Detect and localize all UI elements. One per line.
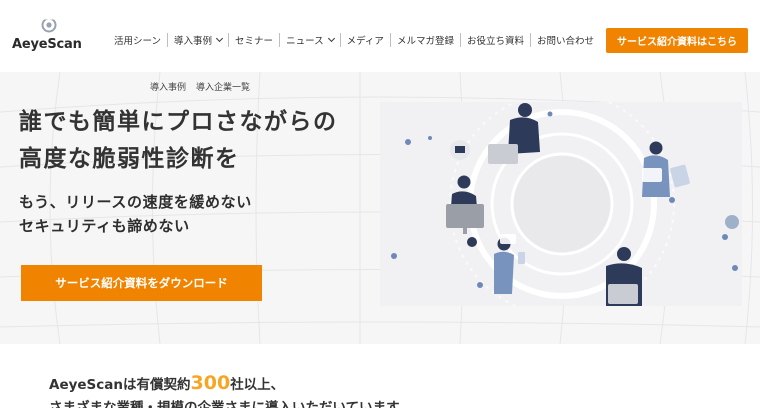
main-nav: 活用シーン 導入事例 セミナー ニュース メディア メルマガ登録 お役立ち資料 … — [108, 32, 600, 48]
site-header: AeyeScan 活用シーン 導入事例 セミナー ニュース メディア メルマガ登… — [0, 0, 760, 72]
hero-subnav: 導入事例 導入企業一覧 — [150, 80, 250, 93]
stat-prefix: AeyeScanは有償契約 — [49, 377, 191, 393]
subnav-customer-list[interactable]: 導入企業一覧 — [196, 80, 250, 93]
nav-item-case-studies[interactable]: 導入事例 — [167, 33, 228, 47]
hero-headline: 誰でも簡単にプロさながらの 高度な脆弱性診断を — [19, 104, 338, 178]
nav-label: 活用シーン — [114, 36, 162, 47]
chevron-down-icon — [216, 34, 224, 43]
header-cta-button[interactable]: サービス紹介資料はこちら — [606, 28, 748, 53]
download-brochure-button[interactable]: サービス紹介資料をダウンロード — [21, 265, 262, 301]
nav-label: セミナー — [235, 36, 274, 47]
nav-item-seminars[interactable]: セミナー — [228, 33, 279, 47]
headline-line-1: 誰でも簡単にプロさながらの — [19, 109, 338, 135]
nav-item-media[interactable]: メディア — [339, 33, 390, 47]
nav-item-newsletter[interactable]: メルマガ登録 — [389, 33, 460, 47]
nav-item-contact[interactable]: お問い合わせ — [529, 33, 600, 47]
subhead-line-2: セキュリティも諦めない — [19, 217, 190, 235]
nav-label: 導入事例 — [174, 36, 213, 47]
customer-count-statement: AeyeScanは有償契約300社以上、 — [49, 372, 284, 394]
nav-label: メルマガ登録 — [396, 36, 454, 47]
headline-line-2: 高度な脆弱性診断を — [19, 146, 240, 172]
brand-logo[interactable]: AeyeScan — [10, 16, 88, 56]
nav-label: ニュース — [286, 36, 324, 47]
nav-label: お問い合わせ — [536, 36, 594, 47]
nav-item-use-cases[interactable]: 活用シーン — [108, 33, 167, 47]
nav-item-resources[interactable]: お役立ち資料 — [459, 33, 530, 47]
chevron-down-icon — [327, 34, 335, 43]
hero-subheadline: もう、リリースの速度を緩めない セキュリティも諦めない — [19, 190, 252, 238]
stat-count: 300 — [190, 372, 231, 394]
nav-label: メディア — [346, 36, 384, 47]
nav-item-news[interactable]: ニュース — [279, 33, 340, 47]
subnav-case-studies[interactable]: 導入事例 — [150, 80, 186, 93]
customer-count-line-2: さまざまな業種・規模の企業さまに導入いただいています — [49, 400, 400, 408]
nav-label: お役立ち資料 — [466, 36, 524, 47]
stat-suffix: 社以上、 — [230, 377, 285, 393]
subhead-line-1: もう、リリースの速度を緩めない — [19, 193, 252, 211]
hero-section: 導入事例 導入企業一覧 誰でも簡単にプロさながらの 高度な脆弱性診断を もう、リ… — [0, 72, 760, 344]
eye-logo-icon — [41, 16, 57, 33]
brand-name: AeyeScan — [12, 37, 82, 52]
hero-illustration — [380, 102, 742, 306]
